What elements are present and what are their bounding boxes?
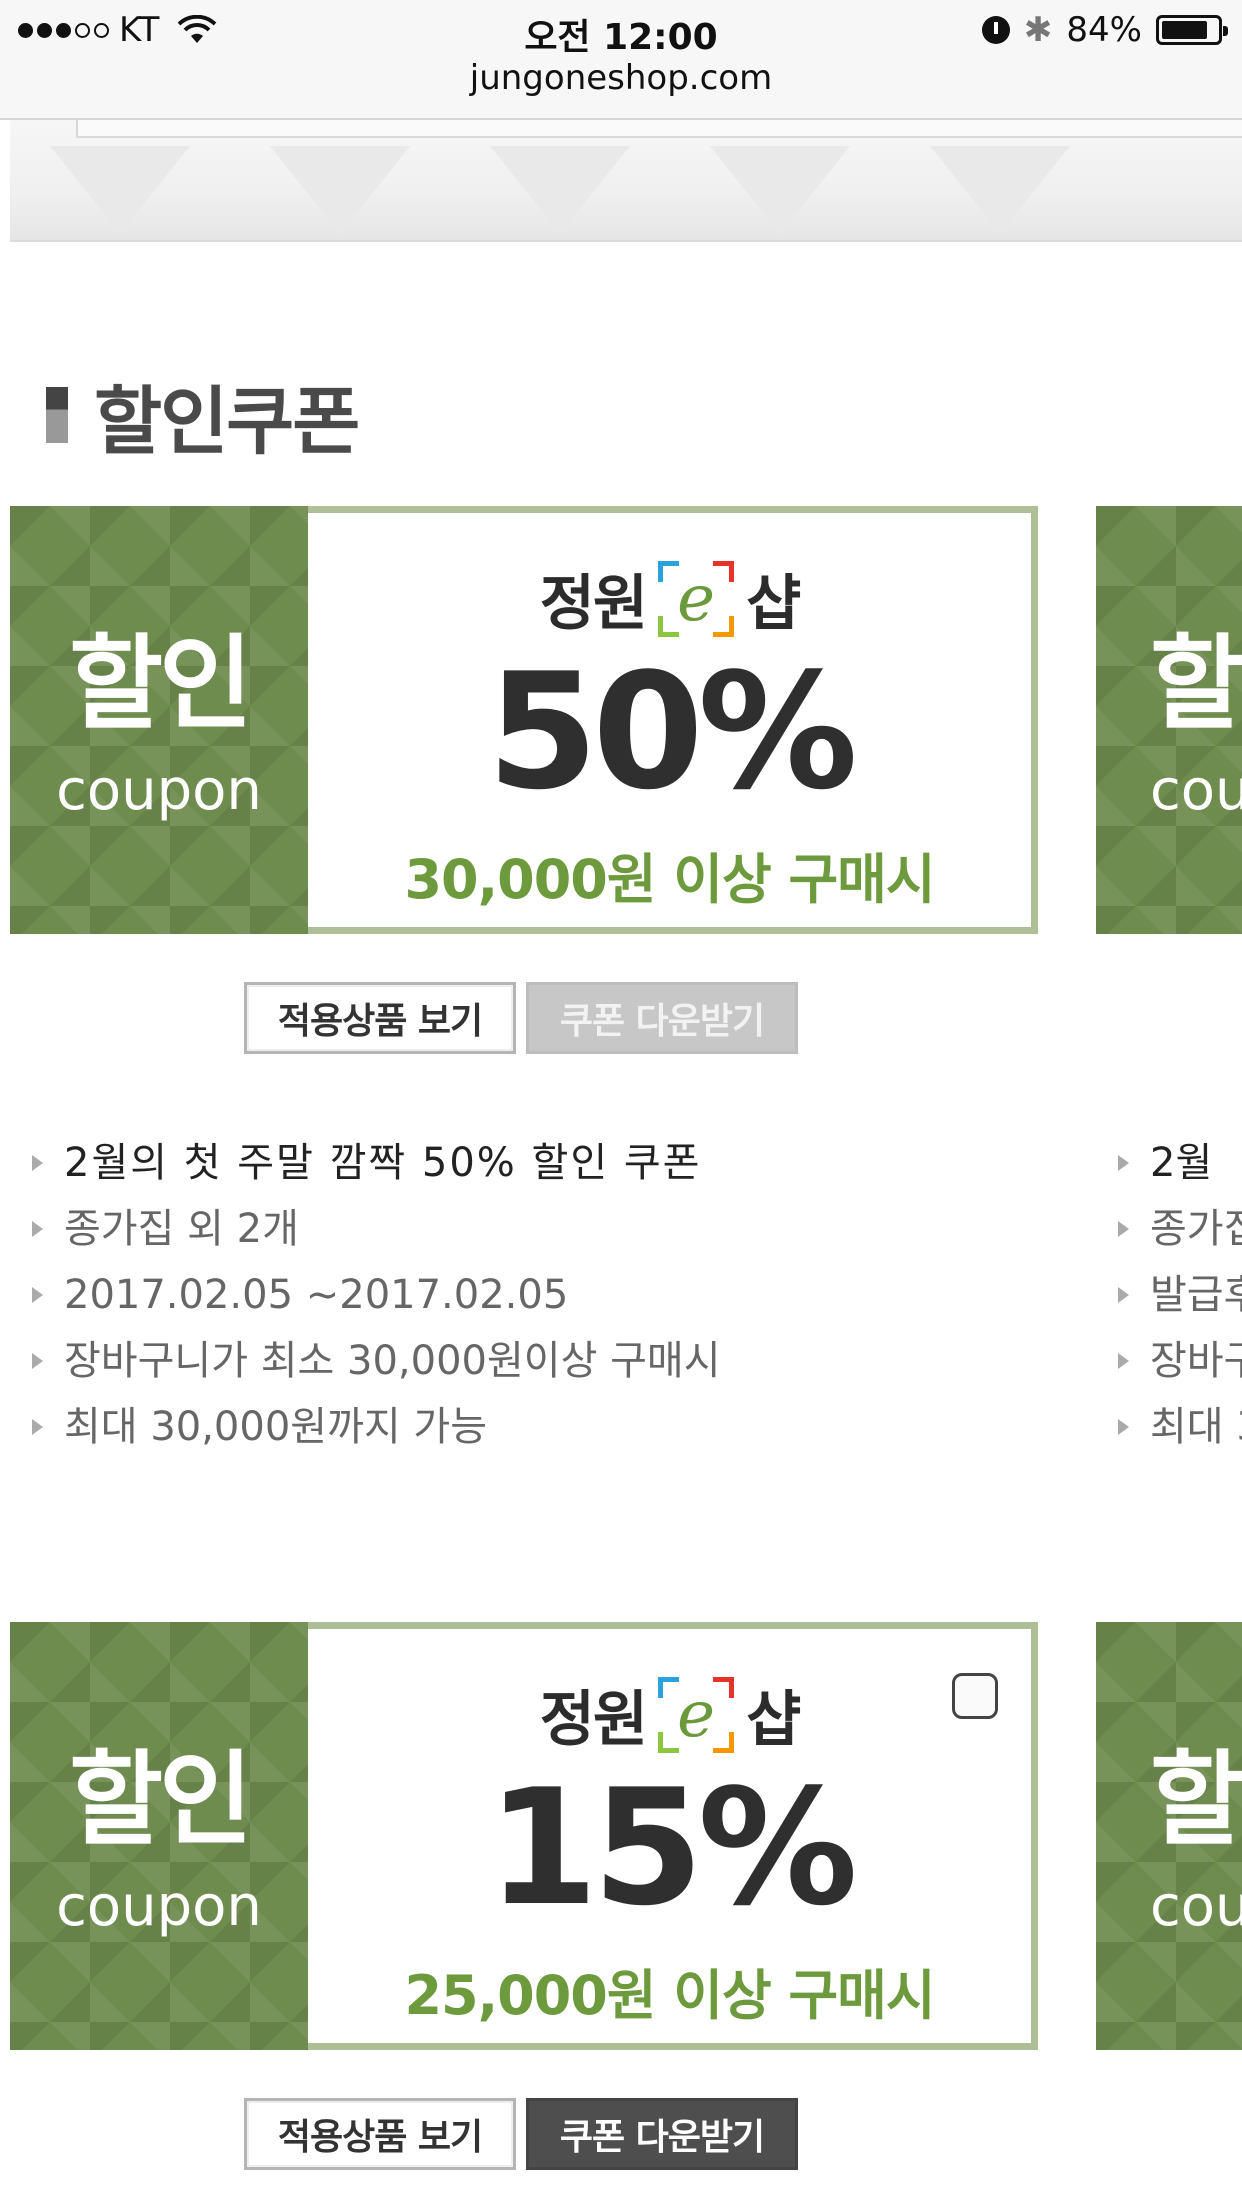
coupon-period: 2017.02.05 ~2017.02.05: [30, 1262, 790, 1328]
coupon-select-checkbox[interactable]: [952, 1673, 998, 1719]
list-item: 종가집: [1116, 1196, 1242, 1262]
coupon-badge: 할인 coupon: [10, 506, 308, 934]
purchase-condition: 30,000원 이상 구매시: [404, 848, 935, 911]
brand-e-letter: e: [677, 561, 716, 636]
coupon-card: 할인 coupon 정원 e 샵 50% 30,000원 이상 구매시: [10, 506, 1038, 934]
discount-rate: 50%: [487, 638, 858, 825]
coupon-badge-title: 할: [1150, 625, 1242, 744]
next-coupon-details: 2월 종가집 발급후 장바구 최대 3: [1116, 1130, 1242, 1460]
coupon-card: 할인 coupon 정원 e 샵 15% 25,000원 이상 구매시: [10, 1622, 1038, 2050]
list-item: 장바구: [1116, 1328, 1242, 1394]
next-coupon-card[interactable]: 할 cou: [1096, 1622, 1242, 2050]
banner-frame: [76, 120, 1242, 138]
coupon-body: 정원 e 샵 50% 30,000원 이상 구매시: [308, 506, 1038, 934]
coupon-badge-title: 할인: [69, 625, 253, 744]
brand-logo: 정원 e 샵: [308, 1671, 1031, 1758]
banner-decoration: [930, 146, 1070, 234]
coupon-applicable-products: 종가집 외 2개: [30, 1196, 790, 1262]
brand-e-letter: e: [677, 1677, 716, 1752]
coupon-badge-subtitle: coupon: [56, 1874, 262, 1939]
coupon-actions: 적용상품 보기 쿠폰 다운받기: [244, 982, 798, 1054]
top-banner: [10, 120, 1242, 242]
title-bullet-icon: [46, 387, 68, 443]
alarm-icon: [981, 16, 1010, 44]
brand-e-icon: e: [658, 560, 735, 637]
view-products-button[interactable]: 적용상품 보기: [244, 982, 516, 1054]
battery-percent: 84%: [1066, 10, 1142, 50]
brand-name-right: 샵: [746, 1685, 801, 1755]
coupon-name: 2월의 첫 주말 깜짝 50% 할인 쿠폰: [30, 1130, 790, 1196]
brand-name-left: 정원: [539, 569, 648, 639]
discount-rate: 15%: [487, 1754, 858, 1941]
coupon-actions: 적용상품 보기 쿠폰 다운받기: [244, 2098, 798, 2170]
coupon-badge-subtitle: cou: [1150, 1874, 1242, 1939]
download-coupon-button[interactable]: 쿠폰 다운받기: [526, 982, 798, 1054]
battery-icon: [1156, 15, 1228, 45]
bluetooth-icon: ✱: [1023, 10, 1053, 50]
page-title: 할인쿠폰: [94, 378, 360, 465]
coupon-body: 정원 e 샵 15% 25,000원 이상 구매시: [308, 1622, 1038, 2050]
coupon-badge-subtitle: coupon: [56, 758, 262, 823]
banner-decoration: [490, 146, 630, 234]
coupon-badge: 할인 coupon: [10, 1622, 308, 2050]
view-products-button[interactable]: 적용상품 보기: [244, 2098, 516, 2170]
status-bar: KT 오전 12:00 ✱ 84% jungoneshop.com: [0, 0, 1242, 120]
purchase-condition: 25,000원 이상 구매시: [404, 1964, 935, 2027]
brand-name-right: 샵: [746, 569, 801, 639]
banner-decoration: [710, 146, 850, 234]
coupon-badge-title: 할인: [69, 1741, 253, 1860]
banner-decoration: [270, 146, 410, 234]
brand-e-icon: e: [658, 1676, 735, 1753]
download-coupon-button[interactable]: 쿠폰 다운받기: [526, 2098, 798, 2170]
coupon-details: 2월의 첫 주말 깜짝 50% 할인 쿠폰 종가집 외 2개 2017.02.0…: [30, 1130, 790, 1460]
coupon-minimum-purchase: 장바구니가 최소 30,000원이상 구매시: [30, 1328, 790, 1394]
list-item: 발급후: [1116, 1262, 1242, 1328]
section-heading: 할인쿠폰: [46, 370, 360, 465]
next-coupon-card[interactable]: 할 cou: [1096, 506, 1242, 934]
list-item: 최대 3: [1116, 1394, 1242, 1460]
coupon-badge-subtitle: cou: [1150, 758, 1242, 823]
address-bar-url[interactable]: jungoneshop.com: [0, 58, 1242, 98]
coupon-badge-title: 할: [1150, 1741, 1242, 1860]
banner-decoration: [50, 146, 190, 234]
coupon-maximum-discount: 최대 30,000원까지 가능: [30, 1394, 790, 1460]
brand-name-left: 정원: [539, 1685, 648, 1755]
brand-logo: 정원 e 샵: [308, 555, 1031, 642]
list-item: 2월: [1116, 1130, 1242, 1196]
status-right: ✱ 84%: [981, 8, 1228, 52]
